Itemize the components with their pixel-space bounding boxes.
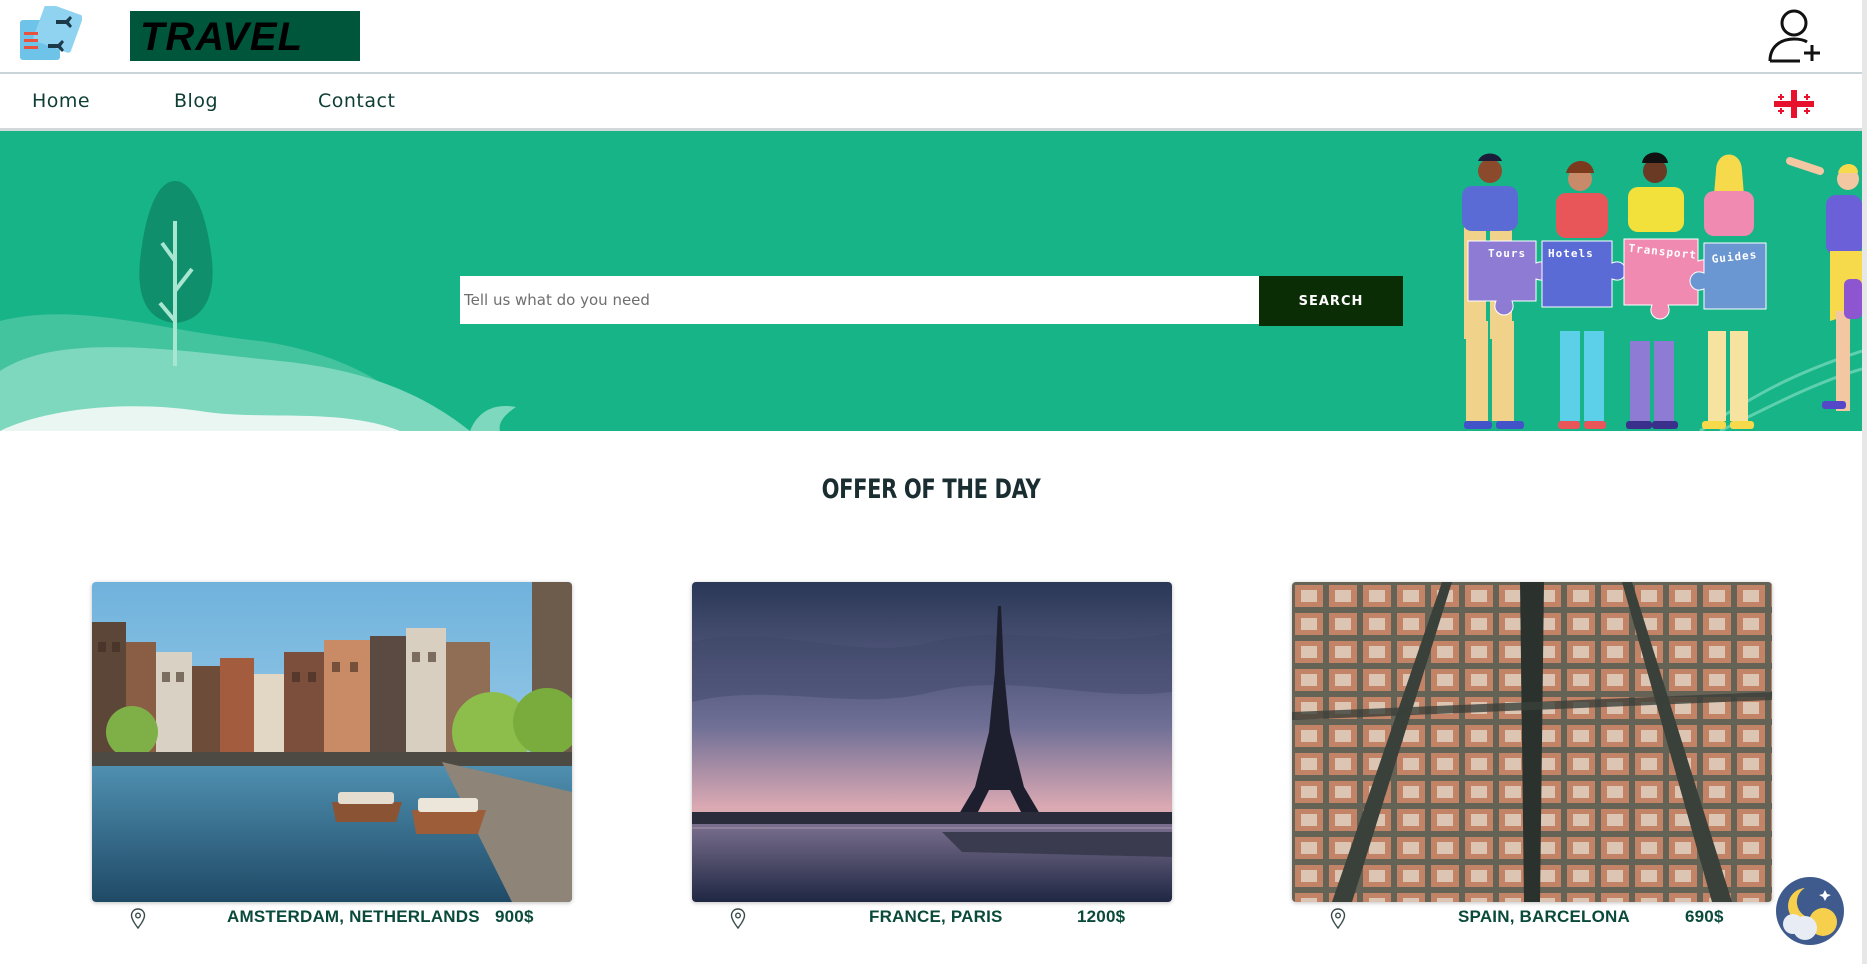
- offer-location: FRANCE, PARIS: [869, 907, 1003, 926]
- location-pin-icon: [130, 908, 146, 930]
- offer-location: SPAIN, BARCELONA: [1458, 907, 1630, 926]
- offer-card[interactable]: FRANCE, PARIS 1200$: [692, 582, 1172, 960]
- moon-sun-icon[interactable]: [1775, 876, 1845, 946]
- search-input[interactable]: [460, 276, 1259, 324]
- location-pin-icon: [1330, 908, 1346, 930]
- georgia-flag-icon[interactable]: [1774, 90, 1814, 118]
- offer-image-barcelona[interactable]: [1292, 582, 1772, 902]
- offer-card[interactable]: AMSTERDAM, NETHERLANDS 900$: [92, 582, 572, 960]
- nav-blog-link[interactable]: Blog: [174, 90, 218, 112]
- puzzle-label-tours: Tours: [1488, 247, 1526, 260]
- travel-tickets-icon[interactable]: [18, 6, 82, 62]
- brand-name: TRAVEL: [140, 15, 304, 59]
- location-pin-icon: [730, 908, 746, 930]
- page-scrollbar[interactable]: [1862, 0, 1867, 964]
- top-header: TRAVEL: [0, 0, 1867, 74]
- nav-home-link[interactable]: Home: [32, 90, 90, 112]
- offer-price: 690$: [1685, 907, 1724, 926]
- people-puzzle-illustration: Tours Hotels Transport Guides: [1462, 152, 1862, 429]
- offer-price: 900$: [495, 907, 534, 926]
- offer-image-paris[interactable]: [692, 582, 1172, 902]
- offer-section-title: OFFER OF THE DAY: [821, 474, 1041, 505]
- main-nav: Home Blog Contact: [0, 74, 1867, 131]
- offer-price: 1200$: [1077, 907, 1126, 926]
- puzzle-label-hotels: Hotels: [1548, 247, 1594, 260]
- offer-image-amsterdam[interactable]: [92, 582, 572, 902]
- offer-card[interactable]: SPAIN, BARCELONA 690$: [1292, 582, 1772, 960]
- nav-contact-link[interactable]: Contact: [318, 90, 395, 112]
- user-add-icon[interactable]: [1766, 7, 1824, 65]
- hero-banner: Tours Hotels Transport Guides SEARCH: [0, 131, 1862, 431]
- search-button[interactable]: SEARCH: [1259, 276, 1403, 326]
- offer-location: AMSTERDAM, NETHERLANDS: [227, 907, 480, 926]
- brand-logo[interactable]: TRAVEL: [130, 11, 360, 61]
